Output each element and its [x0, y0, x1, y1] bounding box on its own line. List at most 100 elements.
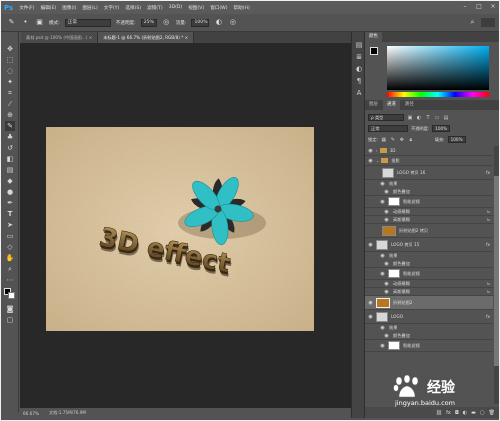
magic-wand-tool-icon[interactable]: ✦: [5, 77, 15, 87]
lock-pixels-icon[interactable]: ▦: [381, 137, 387, 143]
filter-adjustment-icon[interactable]: ◐: [416, 115, 422, 121]
properties-panel-icon[interactable]: ≣: [354, 52, 364, 62]
artboard[interactable]: 3D effect 3D effect 3D effect: [46, 127, 314, 331]
flow-field[interactable]: 100%: [191, 18, 210, 27]
layer-opacity-field[interactable]: 100%: [432, 125, 451, 132]
tab-document-1[interactable]: 素材.psd @ 100% (中国画图...) ×: [21, 32, 99, 43]
layer-filter-gaussian-blur[interactable]: ◉ 高斯模糊 ≒: [365, 216, 493, 224]
fx-badge[interactable]: fx: [486, 170, 490, 175]
gradient-tool-icon[interactable]: ▤: [5, 165, 15, 175]
expand-arrow-icon[interactable]: ⌄: [376, 158, 379, 163]
visibility-eye-icon[interactable]: ◉: [383, 209, 390, 215]
filter-shape-icon[interactable]: ▭: [434, 115, 440, 121]
hand-tool-icon[interactable]: ✋: [5, 253, 15, 263]
visibility-eye-icon[interactable]: ◉: [367, 314, 374, 320]
layer-effects-row[interactable]: ◉ 效果: [365, 324, 493, 332]
eyedropper-tool-icon[interactable]: ⁄: [5, 99, 15, 109]
pressure-opacity-icon[interactable]: ◎: [162, 18, 171, 27]
background-color-swatch[interactable]: [8, 292, 15, 299]
zoom-level[interactable]: 66.67%: [23, 411, 39, 416]
minimize-button[interactable]: –: [461, 3, 469, 11]
visibility-eye-icon[interactable]: ◉: [367, 148, 374, 154]
filter-options-icon[interactable]: ≒: [486, 289, 490, 294]
screen-mode-icon[interactable]: ▢: [5, 315, 15, 325]
visibility-eye-icon[interactable]: ◉: [367, 158, 374, 164]
menu-image[interactable]: 图像(I): [62, 5, 76, 11]
brush-panel-icon[interactable]: ▣: [35, 18, 44, 27]
menu-3d[interactable]: 3D(D): [169, 5, 183, 10]
hue-slider[interactable]: [387, 92, 489, 97]
menu-window[interactable]: 窗口(W): [210, 5, 227, 11]
visibility-eye-icon[interactable]: ◉: [379, 199, 386, 205]
search-icon[interactable]: ⌕: [468, 18, 477, 27]
visibility-eye-icon[interactable]: ◉: [383, 189, 390, 195]
filter-options-icon[interactable]: ≒: [486, 209, 490, 214]
crop-tool-icon[interactable]: ⌗: [5, 88, 15, 98]
fx-badge[interactable]: fx: [486, 314, 490, 319]
blur-tool-icon[interactable]: ◆: [5, 176, 15, 186]
maximize-button[interactable]: □: [475, 3, 483, 11]
visibility-eye-icon[interactable]: ◉: [383, 261, 390, 267]
layer-effect-color-overlay[interactable]: ◉ 颜色叠加: [365, 332, 493, 340]
airbrush-icon[interactable]: ◐: [214, 18, 223, 27]
visibility-eye-icon[interactable]: ◉: [383, 281, 390, 287]
brush-tool-icon[interactable]: ✎: [7, 18, 16, 27]
layer-effect-color-overlay[interactable]: ◉ 颜色叠加: [365, 260, 493, 268]
layer-filter-motion-blur[interactable]: ◉ 动感模糊 ≒: [365, 280, 493, 288]
3d-tool-icon[interactable]: ◇: [5, 242, 15, 252]
zoom-tool-icon[interactable]: ⌕: [5, 264, 15, 274]
layer-filter-gaussian-blur[interactable]: ◉ 高斯模糊 ≒: [365, 288, 493, 296]
type-tool-icon[interactable]: T: [5, 209, 15, 219]
canvas-area[interactable]: 3D effect 3D effect 3D effect: [20, 43, 351, 408]
visibility-eye-icon[interactable]: ◉: [379, 253, 386, 259]
menu-type[interactable]: 文字(Y): [104, 5, 120, 11]
layer-row-folder-shadow[interactable]: ◉ ⌄ 投影: [365, 156, 493, 166]
mode-select[interactable]: 正常: [64, 18, 111, 27]
tab-paths[interactable]: 路径: [401, 100, 418, 110]
visibility-eye-icon[interactable]: ◉: [379, 271, 386, 277]
layer-smart-filters-row[interactable]: ◉ 智能滤镜: [365, 340, 493, 352]
layer-effect-color-overlay[interactable]: ◉ 颜色叠加: [365, 188, 493, 196]
foreground-color-swatch-mini[interactable]: [370, 47, 378, 55]
filter-options-icon[interactable]: ≒: [486, 217, 490, 222]
layer-smart-filters-row[interactable]: ◉ 智能滤镜: [365, 268, 493, 280]
pen-tool-icon[interactable]: ✒: [5, 198, 15, 208]
visibility-eye-icon[interactable]: ◉: [379, 343, 386, 349]
filter-type-icon[interactable]: T: [425, 115, 431, 121]
filter-smart-icon[interactable]: ▤: [443, 115, 449, 121]
fx-badge[interactable]: fx: [486, 242, 490, 247]
history-panel-icon[interactable]: ▤: [354, 40, 364, 50]
scrollbar-thumb[interactable]: [494, 176, 499, 366]
quick-mask-icon[interactable]: ◙: [5, 304, 15, 314]
lock-all-icon[interactable]: 🔒︎: [408, 137, 414, 143]
paragraph-panel-icon[interactable]: ¶: [354, 76, 364, 86]
visibility-eye-icon[interactable]: ◉: [383, 289, 390, 295]
blend-mode-select[interactable]: 正常: [368, 125, 408, 132]
menu-filter[interactable]: 滤镜(T): [147, 5, 163, 11]
tab-layers[interactable]: 图层: [365, 100, 382, 110]
visibility-eye-icon[interactable]: ◉: [367, 242, 374, 248]
clone-stamp-tool-icon[interactable]: ♣: [5, 132, 15, 142]
color-panel-swatches[interactable]: [370, 47, 380, 57]
visibility-eye-icon[interactable]: ◉: [367, 300, 374, 306]
lock-position-icon[interactable]: ✥: [399, 137, 405, 143]
menu-layer[interactable]: 图层(L): [82, 5, 97, 11]
layer-row-refraction-copy[interactable]: 折射贴图2 拷贝: [365, 224, 493, 238]
path-selection-tool-icon[interactable]: ➤: [5, 220, 15, 230]
layer-effects-row[interactable]: ◉ 效果: [365, 180, 493, 188]
color-spectrum-field[interactable]: [387, 46, 489, 90]
expand-arrow-icon[interactable]: ›: [376, 148, 378, 153]
close-button[interactable]: ×: [489, 3, 497, 11]
character-panel-icon[interactable]: A: [354, 88, 364, 98]
more-tools-icon[interactable]: ⋯: [5, 275, 15, 285]
menu-file[interactable]: 文件(F): [19, 5, 34, 11]
workspace-switcher[interactable]: [481, 18, 495, 27]
brush-tool-icon[interactable]: ✎: [5, 121, 15, 131]
layer-row-folder-3d[interactable]: ◉ › 3D: [365, 146, 493, 156]
layer-row-refraction-2[interactable]: ◉ 折射贴图2: [365, 296, 493, 310]
layer-list-scrollbar[interactable]: [494, 146, 499, 404]
lock-paint-icon[interactable]: ✎: [390, 137, 396, 143]
tab-color[interactable]: 颜色: [365, 32, 382, 42]
move-tool-icon[interactable]: ✥: [5, 44, 15, 54]
brush-preset-icon[interactable]: •: [21, 18, 30, 27]
